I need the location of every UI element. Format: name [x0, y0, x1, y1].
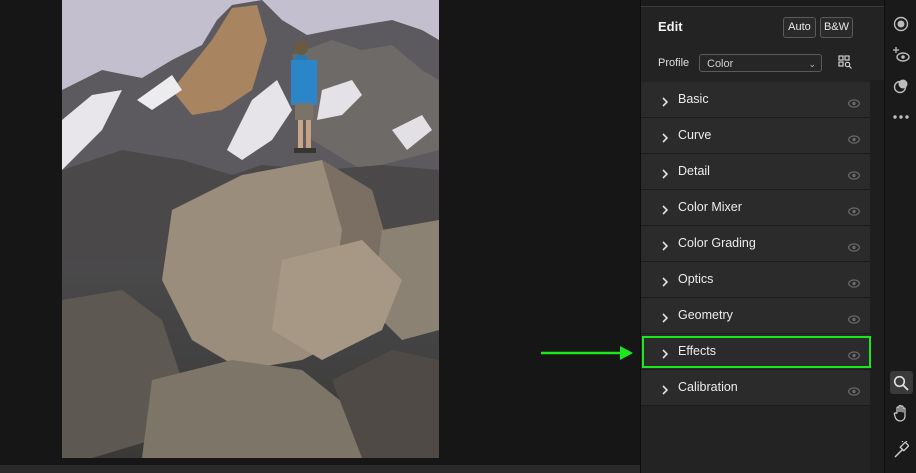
- profile-select-value: Color: [707, 58, 734, 70]
- section-basic[interactable]: Basic: [641, 82, 870, 118]
- section-calibration[interactable]: Calibration: [641, 370, 870, 406]
- eye-icon[interactable]: [848, 239, 860, 257]
- edit-icon[interactable]: [893, 16, 909, 37]
- eye-icon[interactable]: [848, 131, 860, 149]
- tool-strip: [884, 0, 916, 473]
- section-label: Color Mixer: [678, 200, 742, 214]
- chevron-right-icon: [661, 202, 669, 220]
- chevron-right-icon: [661, 166, 669, 184]
- section-optics[interactable]: Optics: [641, 262, 870, 298]
- more-icon[interactable]: [893, 107, 909, 125]
- pointer-arrow-icon: [540, 343, 634, 368]
- section-color-mixer[interactable]: Color Mixer: [641, 190, 870, 226]
- section-geometry[interactable]: Geometry: [641, 298, 870, 334]
- eye-icon[interactable]: [848, 311, 860, 329]
- eye-icon[interactable]: [848, 383, 860, 401]
- section-label: Calibration: [678, 380, 738, 394]
- photo-canvas[interactable]: [0, 0, 640, 465]
- bw-button[interactable]: B&W: [820, 17, 853, 38]
- chevron-right-icon: [661, 94, 669, 112]
- edit-panel: Edit Auto B&W Profile Color ⌄ Basic Curv…: [640, 0, 885, 473]
- chevron-right-icon: [661, 310, 669, 328]
- photo-image: [62, 0, 439, 458]
- panel-top-divider: [641, 0, 885, 7]
- section-label: Geometry: [678, 308, 733, 322]
- chevron-right-icon: [661, 238, 669, 256]
- profile-select[interactable]: Color ⌄: [699, 54, 822, 72]
- filmstrip-bar: [0, 465, 640, 473]
- eyedropper-icon[interactable]: [893, 440, 910, 464]
- chevron-right-icon: [661, 130, 669, 148]
- profile-browser-icon[interactable]: [838, 55, 852, 74]
- zoom-icon[interactable]: [893, 375, 909, 396]
- edit-panel-title: Edit: [658, 19, 683, 34]
- chevron-right-icon: [661, 382, 669, 400]
- chevron-down-icon: ⌄: [808, 59, 816, 69]
- chevron-right-icon: [661, 274, 669, 292]
- profile-label: Profile: [658, 57, 690, 69]
- section-color-grading[interactable]: Color Grading: [641, 226, 870, 262]
- hand-icon[interactable]: [893, 404, 909, 427]
- section-label: Curve: [678, 128, 712, 142]
- eye-icon[interactable]: [848, 275, 860, 293]
- section-label: Color Grading: [678, 236, 756, 250]
- section-detail[interactable]: Detail: [641, 154, 870, 190]
- section-label: Detail: [678, 164, 710, 178]
- section-label: Optics: [678, 272, 714, 286]
- masking-icon[interactable]: [893, 78, 909, 99]
- panel-scroll-gutter[interactable]: [870, 80, 885, 473]
- effects-highlight-box: [642, 336, 871, 368]
- auto-button[interactable]: Auto: [783, 17, 816, 38]
- section-label: Basic: [678, 92, 709, 106]
- eye-icon[interactable]: [848, 167, 860, 185]
- section-curve[interactable]: Curve: [641, 118, 870, 154]
- eye-icon[interactable]: [848, 203, 860, 221]
- healing-icon[interactable]: [893, 46, 911, 69]
- eye-icon[interactable]: [848, 95, 860, 113]
